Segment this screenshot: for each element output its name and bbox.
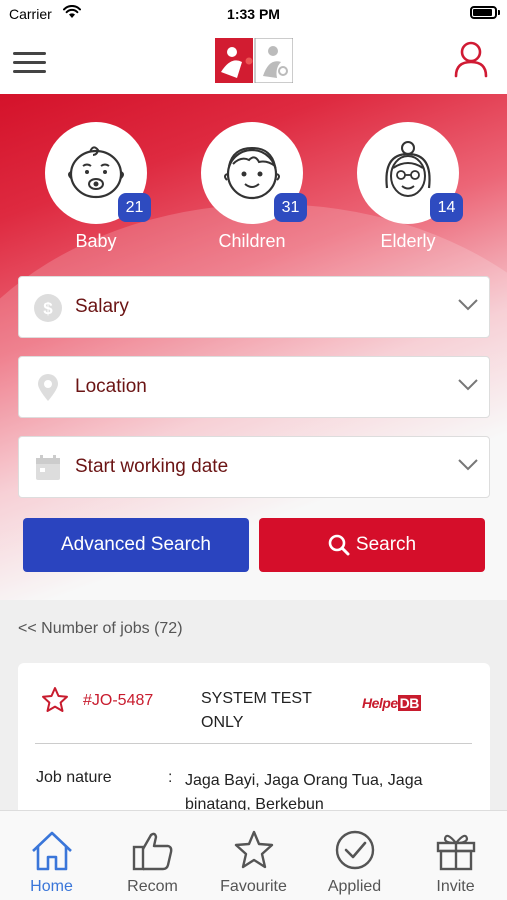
category-label: Children [218, 231, 286, 251]
job-card[interactable]: #JO-5487 SYSTEM TEST ONLY Helpe DB Job na… [18, 663, 490, 823]
hamburger-menu-icon[interactable] [13, 52, 46, 74]
start-date-label: Start working date [75, 456, 229, 477]
agency-logo: Helpe DB [362, 695, 421, 711]
tab-label: Invite [436, 878, 475, 895]
category-baby[interactable]: 21 Baby [44, 122, 151, 252]
category-avatar: 14 [357, 122, 463, 224]
location-label: Location [75, 376, 147, 397]
baby-face-icon [68, 146, 124, 199]
tab-label: Recom [127, 878, 178, 895]
category-count-badge: 31 [274, 193, 307, 222]
map-pin-icon [38, 374, 58, 401]
salary-select[interactable]: $ Salary [18, 276, 490, 338]
svg-text:$: $ [43, 299, 53, 318]
tab-recom[interactable]: Recom [102, 811, 203, 900]
job-title: SYSTEM TEST ONLY [201, 690, 312, 731]
category-count-badge: 21 [118, 193, 151, 222]
star-icon [234, 830, 273, 869]
category-children[interactable]: 31 Children [200, 122, 307, 252]
category-count-badge: 14 [430, 193, 463, 222]
status-time: 1:33 PM [227, 6, 280, 22]
chevron-down-icon [458, 379, 478, 391]
advanced-search-label: Advanced Search [61, 534, 211, 555]
tab-label: Favourite [220, 878, 287, 895]
category-avatar: 21 [45, 122, 151, 224]
gift-icon [436, 834, 475, 871]
category-elderly[interactable]: 14 Elderly [356, 122, 463, 252]
tab-favourite[interactable]: Favourite [203, 811, 304, 900]
job-id: #JO-5487 [83, 692, 154, 709]
location-select[interactable]: Location [18, 356, 490, 418]
thumbs-up-icon [132, 832, 172, 871]
search-hero: 21 Baby 31 Children 14 Elderly $ Salary … [0, 94, 507, 600]
dollar-coin-icon: $ [34, 294, 62, 322]
child-face-icon [224, 146, 280, 200]
tab-home[interactable]: Home [1, 811, 102, 900]
advanced-search-button[interactable]: Advanced Search [23, 518, 249, 572]
card-divider [35, 743, 472, 744]
salary-label: Salary [75, 296, 129, 317]
calendar-icon [36, 455, 60, 480]
bottom-tab-bar: Home Recom Favourite Applied Invite [0, 810, 507, 900]
tab-label: Home [30, 878, 73, 895]
job-nature-colon: : [168, 769, 173, 786]
category-label: Baby [75, 231, 117, 251]
category-avatar: 31 [201, 122, 307, 224]
user-profile-icon[interactable] [453, 40, 489, 78]
battery-icon [470, 6, 500, 19]
status-bar: Carrier 1:33 PM [0, 0, 507, 30]
tab-invite[interactable]: Invite [405, 811, 506, 900]
favourite-star-icon[interactable] [40, 685, 70, 715]
check-circle-icon [335, 830, 374, 870]
search-label: Search [355, 534, 417, 555]
tab-label: Applied [327, 878, 382, 895]
elderly-face-icon [385, 141, 431, 197]
tab-applied[interactable]: Applied [304, 811, 405, 900]
chevron-down-icon [458, 459, 478, 471]
app-logo [215, 38, 293, 83]
job-nature-label: Job nature [36, 769, 112, 786]
start-date-select[interactable]: Start working date [18, 436, 490, 498]
job-count-link[interactable]: << Number of jobs (72) [18, 620, 183, 638]
chevron-down-icon [458, 299, 478, 311]
search-icon [328, 534, 350, 556]
home-icon [31, 831, 72, 871]
top-navbar [0, 30, 507, 94]
search-button[interactable]: Search [259, 518, 485, 572]
category-label: Elderly [380, 231, 436, 251]
